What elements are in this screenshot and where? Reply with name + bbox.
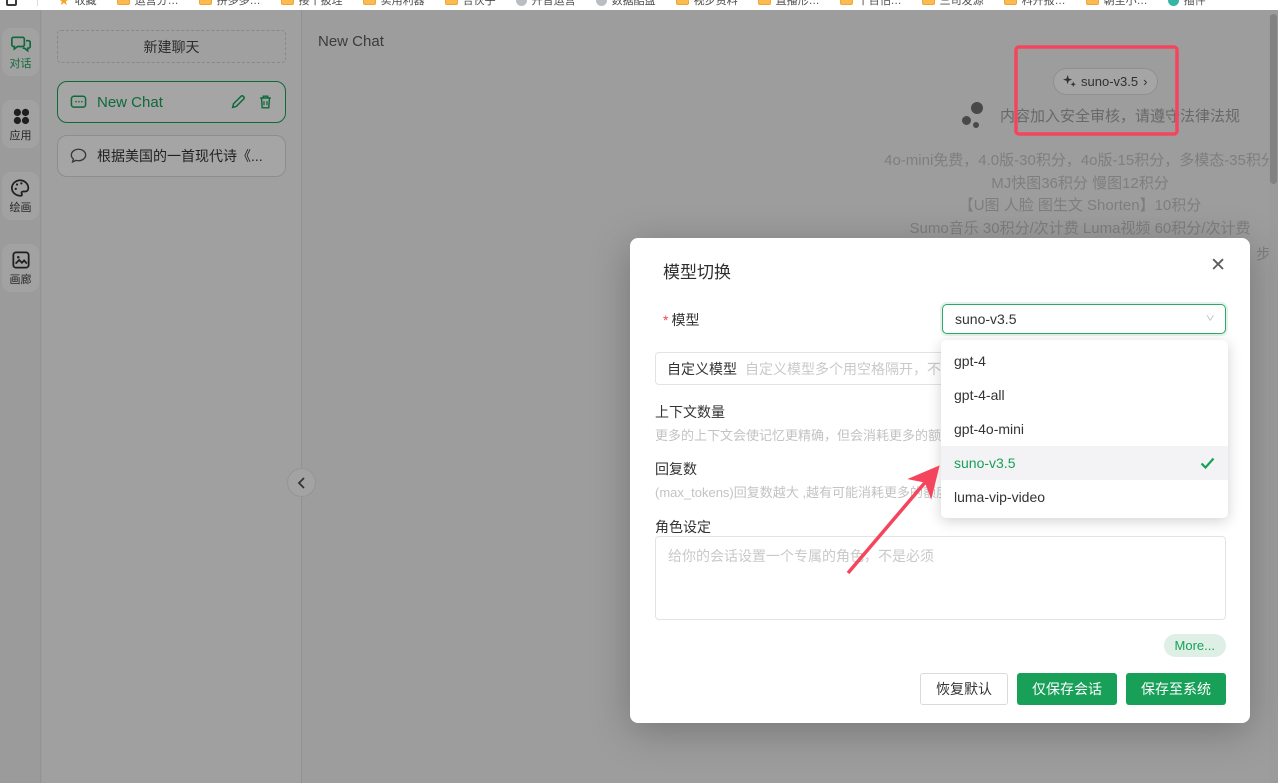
folder-icon [758, 0, 771, 5]
bookmark-label: 实用利器 [381, 0, 425, 8]
folder-icon [1086, 0, 1099, 5]
bookmark-label: 接千披珪 [299, 0, 343, 8]
star-icon: ★ [58, 0, 70, 7]
bookmark-label: 千百怕… [858, 0, 902, 8]
bookmark-label: 数据酷盘 [612, 0, 656, 8]
bookmark-label: 科开报… [1022, 0, 1066, 8]
bookmark-item[interactable]: 科开报… [1004, 0, 1066, 8]
separator [37, 0, 38, 6]
required-asterisk: * [663, 312, 668, 328]
bookmark-label: 拼多多… [217, 0, 261, 8]
bookmark-label: 合伙子 [463, 0, 496, 8]
bookmark-label: 升音运营 [532, 0, 576, 8]
bookmark-label: 直播形… [776, 0, 820, 8]
folder-icon [363, 0, 376, 5]
model-dropdown: gpt-4 gpt-4-all gpt-4o-mini suno-v3.5 lu… [941, 340, 1228, 518]
model-select-value: suno-v3.5 [955, 311, 1016, 327]
dropdown-option-selected[interactable]: suno-v3.5 [941, 446, 1228, 480]
bookmark-item[interactable]: 运营分… [117, 0, 179, 8]
bookmarks-bar: ★ 收藏 运营分… 拼多多… 接千披珪 实用利器 合伙子 升音运营 数据酷盘 视步资料 直播形… 千百… [0, 0, 1278, 10]
bookmark-label: 三司发源 [940, 0, 984, 8]
panel-icon [6, 0, 17, 6]
model-select[interactable]: suno-v3.5 ˅ [942, 304, 1226, 334]
context-count-desc: 更多的上下文会使记忆更精确，但会消耗更多的额度 [655, 425, 954, 444]
bookmark-label: 朝至小… [1104, 0, 1148, 8]
save-system-button[interactable]: 保存至系统 [1126, 673, 1226, 705]
folder-icon [199, 0, 212, 5]
bookmark-label: 收藏 [75, 0, 97, 8]
bookmark-item[interactable]: ★ 收藏 [58, 0, 97, 8]
role-setting-textarea[interactable] [655, 536, 1226, 620]
close-icon[interactable]: ✕ [1210, 256, 1226, 275]
save-session-button[interactable]: 仅保存会话 [1017, 673, 1117, 705]
bookmark-item[interactable]: 合伙子 [445, 0, 496, 8]
bookmark-item[interactable]: 视步资料 [676, 0, 738, 8]
bookmark-label: 视步资料 [694, 0, 738, 8]
folder-icon [117, 0, 130, 5]
dropdown-option[interactable]: gpt-4-all [941, 378, 1228, 412]
reset-default-button[interactable]: 恢复默认 [920, 673, 1008, 705]
folder-icon [922, 0, 935, 5]
bookmark-item[interactable]: 拼多多… [199, 0, 261, 8]
site-icon [516, 0, 527, 6]
max-tokens-desc: (max_tokens)回复数越大 ,越有可能消耗更多的额度 [655, 482, 949, 501]
modal-title: 模型切换 [663, 258, 731, 283]
bookmark-item[interactable]: 数据酷盘 [596, 0, 656, 8]
folder-icon [676, 0, 689, 5]
bookmark-item[interactable]: 千百怕… [840, 0, 902, 8]
bookmarks-row: ★ 收藏 运营分… 拼多多… 接千披珪 实用利器 合伙子 升音运营 数据酷盘 视步资料 直播形… 千百… [6, 0, 1206, 8]
chevron-down-icon: ˅ [1205, 313, 1214, 325]
dropdown-option[interactable]: gpt-4 [941, 344, 1228, 378]
bookmark-item[interactable]: 实用利器 [363, 0, 425, 8]
bookmark-item[interactable]: 三司发源 [922, 0, 984, 8]
context-count-label: 上下文数量 [655, 402, 725, 422]
bookmark-label: 插件 [1184, 0, 1206, 8]
bookmark-item[interactable]: 直播形… [758, 0, 820, 8]
checkmark-icon [1200, 457, 1215, 469]
dropdown-option[interactable]: luma-vip-video [941, 480, 1228, 514]
max-tokens-label: 回复数 [655, 459, 697, 479]
custom-model-label: 自定义模型 [667, 359, 737, 379]
role-setting-label: 角色设定 [655, 517, 711, 537]
modal-button-row: 恢复默认 仅保存会话 保存至系统 [920, 673, 1226, 705]
folder-icon [840, 0, 853, 5]
site-teal-icon [1168, 0, 1179, 6]
folder-icon [1004, 0, 1017, 5]
model-field-label: *模型 [663, 310, 699, 330]
bookmark-item[interactable]: 插件 [1168, 0, 1206, 8]
dropdown-option[interactable]: gpt-4o-mini [941, 412, 1228, 446]
bookmark-item[interactable]: 升音运营 [516, 0, 576, 8]
site-icon [596, 0, 607, 6]
folder-icon [445, 0, 458, 5]
custom-model-placeholder: 自定义模型多个用空格隔开，不 [745, 359, 941, 379]
bookmark-item[interactable]: 朝至小… [1086, 0, 1148, 8]
more-button[interactable]: More... [1164, 634, 1226, 657]
folder-icon [281, 0, 294, 5]
bookmark-item[interactable]: 接千披珪 [281, 0, 343, 8]
bookmark-item[interactable] [6, 0, 17, 6]
bookmark-label: 运营分… [135, 0, 179, 8]
